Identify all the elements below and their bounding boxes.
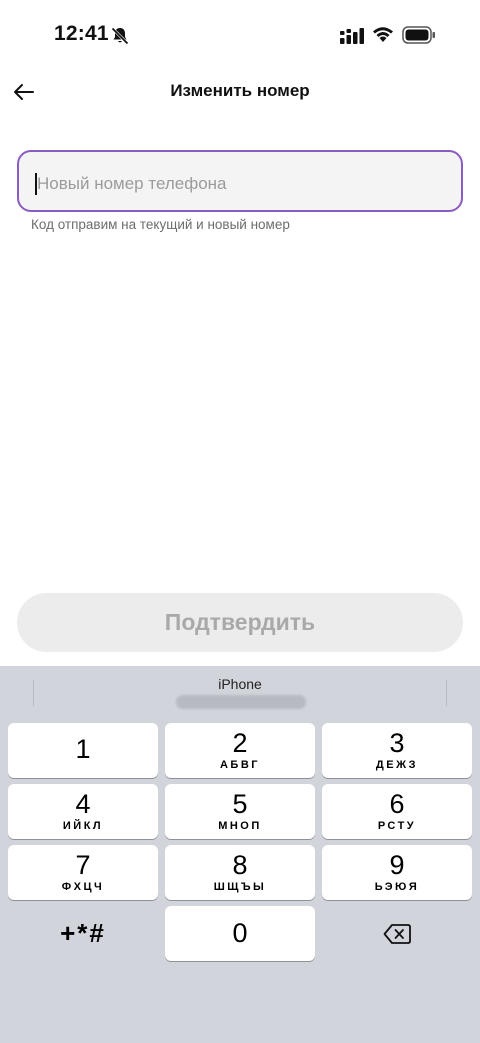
bell-off-icon [111, 27, 129, 45]
key-letters: МНОП [218, 820, 262, 832]
phone-input[interactable]: Новый номер телефона [17, 150, 463, 212]
autofill-suggestion[interactable] [176, 695, 306, 709]
key-digit: 0 [232, 918, 248, 948]
key-3[interactable]: 3 ДЕЖЗ [322, 723, 472, 778]
autofill-source-label: iPhone [218, 676, 262, 692]
key-5[interactable]: 5 МНОП [165, 784, 315, 839]
key-1[interactable]: 1 [8, 723, 158, 778]
key-6[interactable]: 6 РСТУ [322, 784, 472, 839]
wifi-icon [373, 27, 393, 42]
header: Изменить номер [0, 70, 480, 114]
key-digit: 3 [389, 728, 405, 758]
key-letters: ШЩЪЫ [213, 881, 267, 893]
key-0[interactable]: 0 [165, 906, 315, 961]
key-digit: 1 [75, 734, 91, 764]
keyboard-suggestion-bar: iPhone [0, 666, 480, 718]
numeric-keyboard: iPhone 1 2 АБВГ 3 ДЕЖЗ 4 ИЙКЛ 5 МНОП 6 Р… [0, 666, 480, 1043]
key-9[interactable]: 9 ЬЭЮЯ [322, 845, 472, 900]
delete-key[interactable] [322, 906, 472, 961]
key-digit: 7 [75, 850, 91, 880]
status-time: 12:41 [54, 22, 109, 45]
key-letters: РСТУ [377, 820, 417, 832]
key-2[interactable]: 2 АБВГ [165, 723, 315, 778]
confirm-button[interactable]: Подтвердить [17, 593, 463, 652]
symbols-label: +*# [60, 918, 106, 948]
key-digit: 5 [232, 789, 248, 819]
key-digit: 2 [232, 728, 248, 758]
battery-icon [402, 26, 435, 44]
key-8[interactable]: 8 ШЩЪЫ [165, 845, 315, 900]
screen: 12:41 Изменить номер Новый номер телефон… [0, 0, 480, 1043]
phone-input-placeholder: Новый номер телефона [37, 174, 227, 193]
key-7[interactable]: 7 ФХЦЧ [8, 845, 158, 900]
phone-hint: Код отправим на текущий и новый номер [31, 217, 290, 232]
status-bar: 12:41 [0, 0, 480, 70]
symbols-key[interactable]: +*# [8, 906, 158, 961]
key-letters: ИЙКЛ [62, 820, 104, 832]
signal-icon [340, 28, 364, 44]
key-digit: 8 [232, 850, 248, 880]
key-4[interactable]: 4 ИЙКЛ [8, 784, 158, 839]
key-letters: ЬЭЮЯ [374, 881, 420, 893]
key-letters: АБВГ [219, 759, 261, 771]
page-title: Изменить номер [170, 81, 310, 100]
backspace-icon [383, 923, 411, 944]
key-letters: ДЕЖЗ [375, 759, 419, 771]
key-digit: 9 [389, 850, 405, 880]
key-letters: ФХЦЧ [61, 881, 105, 893]
key-digit: 4 [75, 789, 91, 819]
key-digit: 6 [389, 789, 405, 819]
